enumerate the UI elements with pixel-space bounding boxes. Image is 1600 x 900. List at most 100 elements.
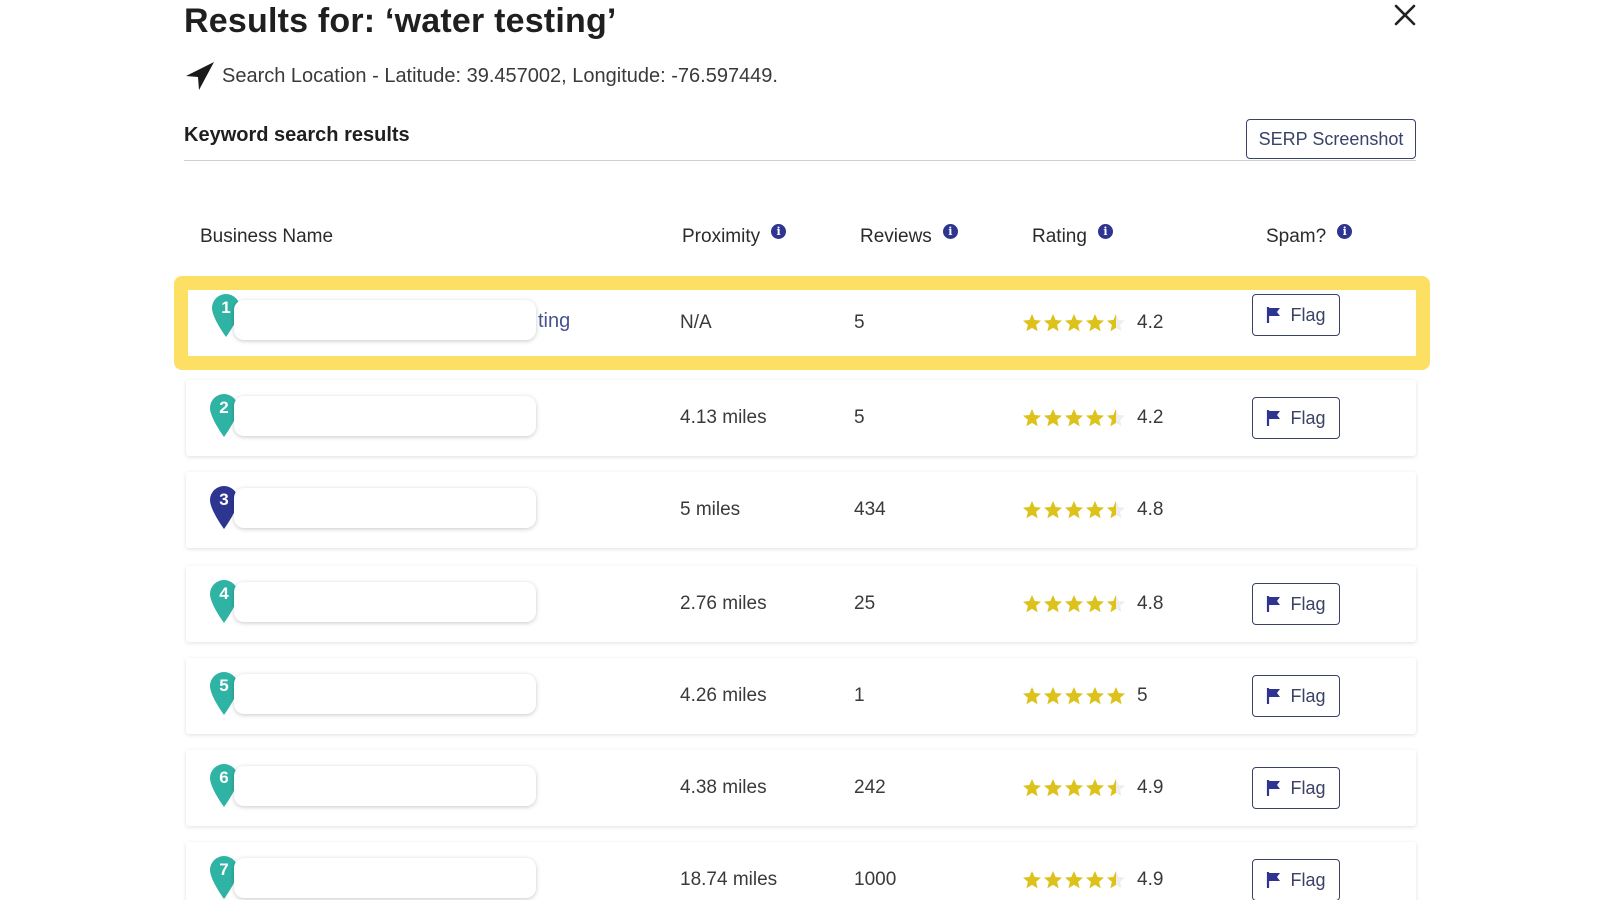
flag-icon (1267, 780, 1281, 796)
flag-icon (1267, 596, 1281, 612)
table-row[interactable]: 5 4.26 miles 1 5 Flag (186, 658, 1416, 734)
column-header-proximity: Proximity i (682, 223, 787, 248)
page-title: Results for: ‘water testing’ (184, 2, 617, 40)
rating-value: 4.8 (1137, 593, 1164, 614)
search-location: Search Location - Latitude: 39.457002, L… (184, 60, 778, 92)
reviews-value: 25 (854, 593, 876, 614)
star-icon (1044, 409, 1062, 427)
rating-cell: 4.2 (1022, 290, 1163, 356)
rating-value: 5 (1137, 685, 1148, 706)
proximity-value: 18.74 miles (680, 869, 778, 890)
star-icon (1065, 314, 1083, 332)
business-name-redacted (234, 766, 536, 806)
flag-button[interactable]: Flag (1252, 859, 1340, 900)
star-icon (1023, 871, 1041, 889)
close-button[interactable] (1392, 2, 1418, 28)
star-half-icon (1107, 314, 1125, 332)
proximity-value: 5 miles (680, 499, 741, 520)
info-icon[interactable]: i (1337, 223, 1353, 239)
flag-icon (1267, 688, 1281, 704)
star-icon (1044, 779, 1062, 797)
table-row[interactable]: 6 4.38 miles 242 4.9 Flag (186, 750, 1416, 826)
table-row[interactable]: 4 2.76 miles 25 4.8 Flag (186, 566, 1416, 642)
flag-icon (1267, 872, 1281, 888)
reviews-value: 1 (854, 685, 865, 706)
star-icon (1065, 779, 1083, 797)
flag-button[interactable]: Flag (1252, 675, 1340, 717)
star-icon (1065, 595, 1083, 613)
star-icon (1044, 687, 1062, 705)
star-icon (1086, 779, 1104, 797)
table-row[interactable]: 2 4.13 miles 5 4.2 Flag (186, 380, 1416, 456)
column-header-spam: Spam? i (1266, 223, 1353, 248)
star-icon (1107, 687, 1125, 705)
star-icon (1023, 501, 1041, 519)
star-half-icon (1107, 779, 1125, 797)
rating-cell: 4.9 (1022, 842, 1163, 900)
star-icon (1086, 314, 1104, 332)
star-half-icon (1107, 871, 1125, 889)
table-header: Business Name Proximity i Reviews i Rati… (184, 223, 1416, 260)
navigation-arrow-icon (186, 62, 214, 90)
info-icon[interactable]: i (771, 223, 787, 239)
divider (184, 160, 1416, 161)
table-row[interactable]: 7 18.74 miles 1000 4.9 Flag (186, 842, 1416, 900)
star-half-icon (1107, 409, 1125, 427)
proximity-value: 4.38 miles (680, 777, 767, 798)
star-rating (1022, 686, 1127, 706)
flag-button[interactable]: Flag (1252, 583, 1340, 625)
info-icon[interactable]: i (942, 223, 958, 239)
business-name-redacted (234, 582, 536, 622)
business-name-redacted (234, 858, 536, 898)
proximity-value: 4.26 miles (680, 685, 767, 706)
rating-value: 4.8 (1137, 499, 1164, 520)
flag-label: Flag (1290, 304, 1326, 325)
star-icon (1086, 871, 1104, 889)
section-title: Keyword search results (184, 124, 410, 146)
rating-value: 4.2 (1137, 407, 1164, 428)
star-rating (1022, 313, 1127, 333)
serp-screenshot-button[interactable]: SERP Screenshot (1246, 119, 1416, 159)
table-row[interactable]: 35 miles 434 4.8 (186, 472, 1416, 548)
flag-icon (1267, 410, 1281, 426)
star-icon (1023, 595, 1041, 613)
business-name-redacted (234, 300, 536, 340)
proximity-value: 4.13 miles (680, 407, 767, 428)
info-icon[interactable]: i (1097, 223, 1113, 239)
star-icon (1023, 779, 1041, 797)
flag-button[interactable]: Flag (1252, 767, 1340, 809)
business-name-redacted (234, 396, 536, 436)
close-icon (1394, 4, 1416, 26)
star-icon (1065, 871, 1083, 889)
star-icon (1065, 687, 1083, 705)
column-header-reviews: Reviews i (860, 223, 958, 248)
business-name-redacted (234, 488, 536, 528)
star-icon (1065, 501, 1083, 519)
star-icon (1044, 595, 1062, 613)
star-half-icon (1107, 501, 1125, 519)
flag-label: Flag (1290, 593, 1326, 614)
rating-cell: 4.9 (1022, 750, 1163, 826)
rating-cell: 4.8 (1022, 566, 1163, 642)
star-icon (1086, 501, 1104, 519)
reviews-value: 434 (854, 499, 886, 520)
rating-cell: 4.8 (1022, 472, 1163, 548)
flag-button[interactable]: Flag (1252, 397, 1340, 439)
search-location-text: Search Location - Latitude: 39.457002, L… (222, 64, 778, 87)
table-row[interactable]: 1 ting N/A 5 4.2 Flag (174, 276, 1430, 370)
rating-cell: 5 (1022, 658, 1148, 734)
star-icon (1023, 687, 1041, 705)
star-rating (1022, 594, 1127, 614)
reviews-value: 1000 (854, 869, 897, 890)
star-icon (1023, 314, 1041, 332)
flag-button[interactable]: Flag (1252, 294, 1340, 336)
proximity-value: 2.76 miles (680, 593, 767, 614)
business-name-link[interactable]: ting (538, 310, 570, 333)
rating-cell: 4.2 (1022, 380, 1163, 456)
star-rating (1022, 870, 1127, 890)
proximity-value: N/A (680, 312, 712, 333)
star-icon (1044, 314, 1062, 332)
rating-value: 4.9 (1137, 869, 1164, 890)
star-rating (1022, 500, 1127, 520)
star-icon (1044, 871, 1062, 889)
